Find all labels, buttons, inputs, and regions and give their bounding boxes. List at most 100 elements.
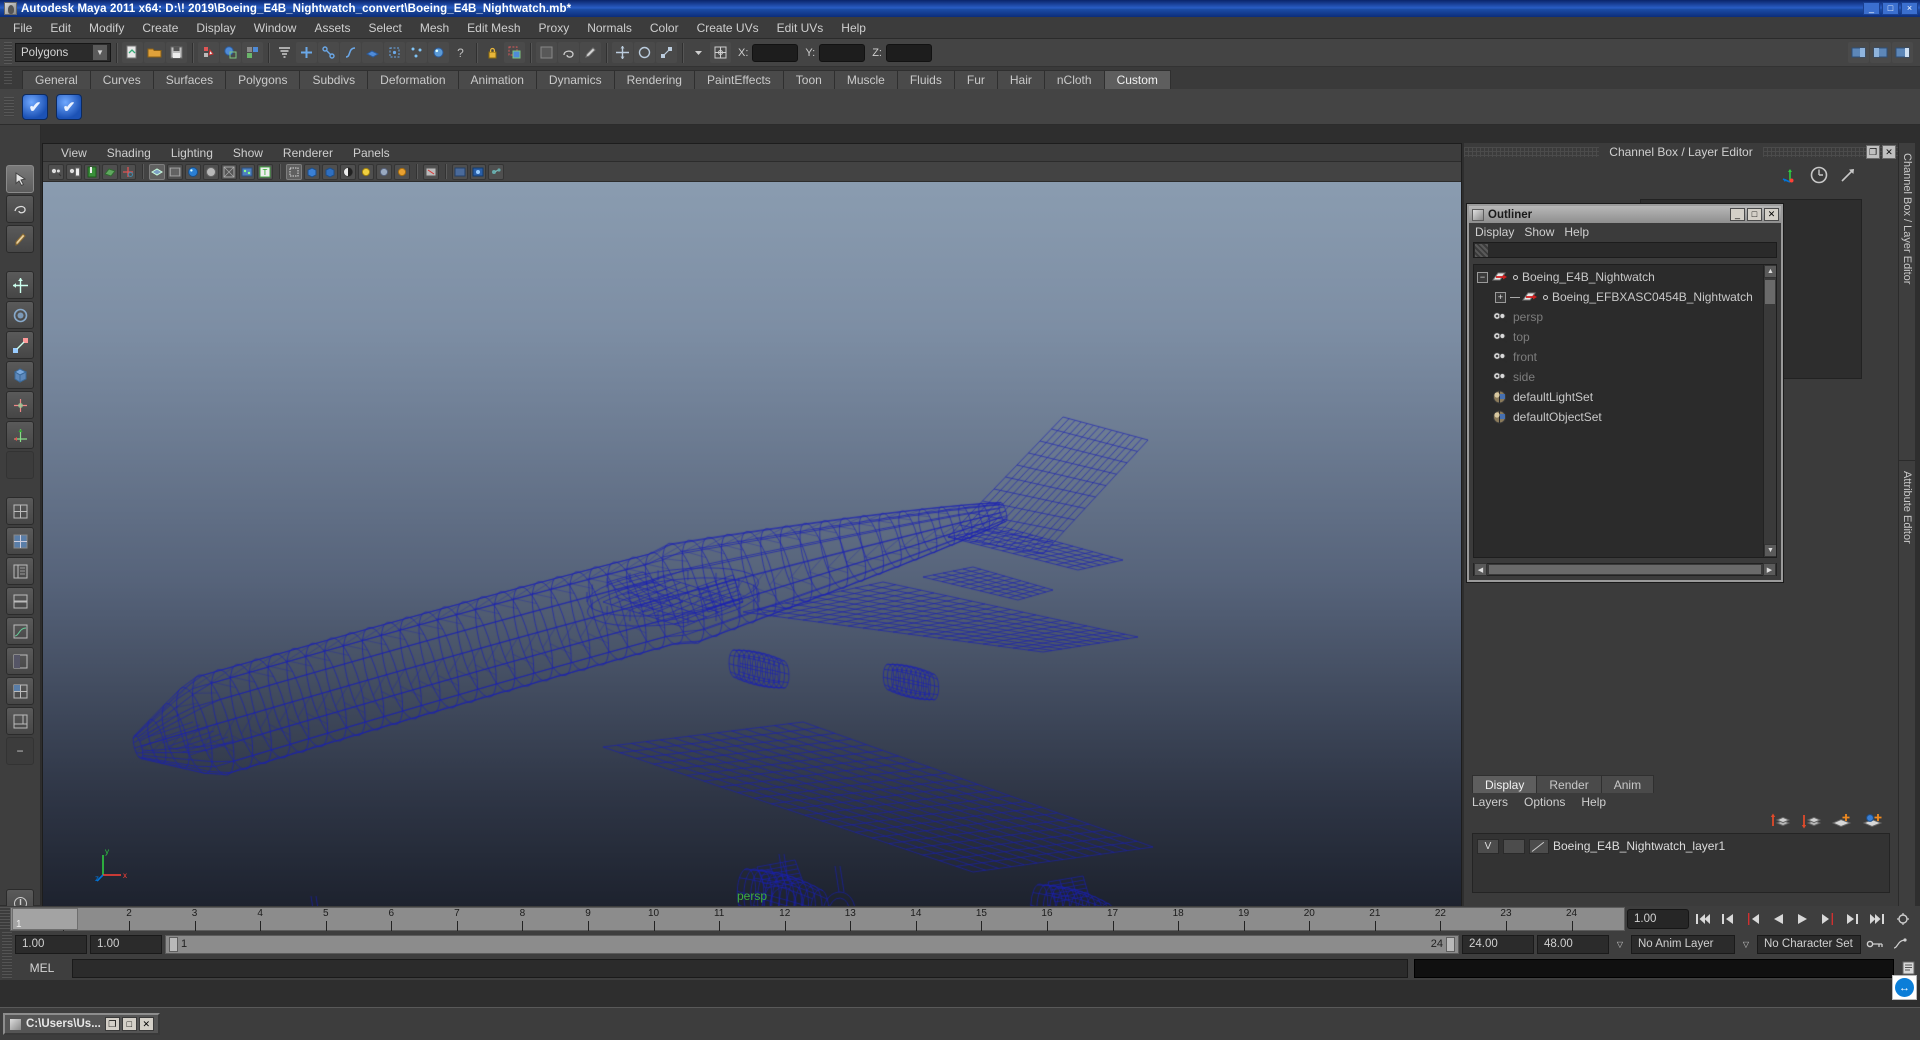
outliner-vertical-scrollbar[interactable]: ▲ ▼ <box>1763 265 1776 557</box>
anim-layer-dropdown-arrow[interactable]: ▽ <box>1612 934 1628 954</box>
shelf-tab-general[interactable]: General <box>22 70 91 89</box>
tool-paint-select[interactable] <box>6 225 34 253</box>
new-layer-from-selected-icon[interactable] <box>1862 812 1884 830</box>
transform-field-mode-icon[interactable] <box>710 42 731 63</box>
display-checker-icon[interactable] <box>340 163 356 180</box>
viewport-menu-renderer[interactable]: Renderer <box>273 145 343 161</box>
viewport-menu-shading[interactable]: Shading <box>97 145 161 161</box>
lasso-tool-icon[interactable] <box>558 42 579 63</box>
coord-z-input[interactable] <box>885 43 932 62</box>
shelf-tab-toon[interactable]: Toon <box>782 70 835 89</box>
shelf-tab-ncloth[interactable]: nCloth <box>1043 70 1105 89</box>
timeline-playhead[interactable]: 1 <box>12 908 78 930</box>
layer-color-swatch[interactable] <box>1529 838 1549 854</box>
outliner-row[interactable]: + Boeing_EFBXASC0454B_Nightwatch <box>1474 287 1776 307</box>
layer-visibility-toggle[interactable]: V <box>1477 838 1499 854</box>
render-globals-icon[interactable] <box>428 42 449 63</box>
shelf-tab-hair[interactable]: Hair <box>996 70 1045 89</box>
image-plane-icon[interactable] <box>102 163 118 180</box>
layer-list[interactable]: V Boeing_E4B_Nightwatch_layer1 <box>1472 833 1890 893</box>
side-tab-attribute-editor[interactable]: Attribute Editor <box>1898 460 1915 906</box>
selection-mask-icon[interactable] <box>504 42 525 63</box>
display-bbox-icon[interactable] <box>286 163 302 180</box>
auto-key-icon[interactable] <box>1864 934 1886 954</box>
tool-rotate[interactable] <box>6 301 34 329</box>
outliner-maximize-button[interactable]: □ <box>1747 208 1762 221</box>
tool-lasso-select[interactable] <box>6 195 34 223</box>
new-scene-icon[interactable] <box>122 42 143 63</box>
move-axis-icon[interactable] <box>1780 165 1800 185</box>
coord-y-input[interactable] <box>819 43 866 62</box>
use-default-lighting-icon[interactable] <box>203 163 219 180</box>
select-by-hierarchy-icon[interactable] <box>198 42 219 63</box>
shelf-tab-fur[interactable]: Fur <box>953 70 998 89</box>
next-key-button[interactable] <box>1817 909 1839 929</box>
play-forwards-button[interactable] <box>1792 909 1814 929</box>
menu-assets[interactable]: Assets <box>305 18 359 38</box>
text-overlay-icon[interactable]: T <box>257 163 273 180</box>
viewport-menu-show[interactable]: Show <box>223 145 273 161</box>
taskbar-maximize-button[interactable]: □ <box>121 1017 137 1031</box>
layout-single-pane-icon[interactable] <box>6 497 34 525</box>
tool-universal-manipulator[interactable] <box>6 361 34 389</box>
shelf-tab-custom[interactable]: Custom <box>1103 70 1171 89</box>
coord-x-input[interactable] <box>752 43 799 62</box>
layer-editor-tab-anim[interactable]: Anim <box>1600 775 1655 793</box>
expand-icon[interactable]: + <box>1495 291 1506 303</box>
tool-last-tool[interactable] <box>6 451 34 479</box>
show-channel-box-icon[interactable] <box>1892 42 1913 63</box>
shadows-icon[interactable] <box>221 163 237 180</box>
shelf-tab-surfaces[interactable]: Surfaces <box>152 70 227 89</box>
tool-show-manipulator[interactable] <box>6 421 34 449</box>
outliner-scroll-thumb[interactable] <box>1764 279 1776 305</box>
menu-help[interactable]: Help <box>832 18 875 38</box>
outliner-row[interactable]: side <box>1474 367 1776 387</box>
menu-edit-uvs[interactable]: Edit UVs <box>768 18 833 38</box>
layout-four-view-icon[interactable] <box>6 677 34 705</box>
outliner-row[interactable]: defaultObjectSet <box>1474 407 1776 427</box>
light-amber-icon[interactable] <box>394 163 410 180</box>
playback-start-time-field[interactable]: 1.00 <box>90 934 162 954</box>
animation-end-time-field[interactable]: 48.00 <box>1537 934 1609 954</box>
snap-grid-icon[interactable] <box>274 42 295 63</box>
mel-label[interactable]: MEL <box>16 961 68 975</box>
step-forward-button[interactable] <box>1842 909 1864 929</box>
construction-plane-icon[interactable] <box>384 42 405 63</box>
time-slider-grip[interactable] <box>0 907 10 931</box>
outliner-close-button[interactable]: ✕ <box>1764 208 1779 221</box>
outliner-menu-show[interactable]: Show <box>1524 225 1564 239</box>
animation-preferences-button[interactable] <box>1889 934 1911 954</box>
step-back-button[interactable] <box>1717 909 1739 929</box>
viewport-menu-panels[interactable]: Panels <box>343 145 400 161</box>
make-live-icon[interactable] <box>406 42 427 63</box>
outliner-row[interactable]: front <box>1474 347 1776 367</box>
menu-mesh[interactable]: Mesh <box>411 18 458 38</box>
channel-box-close-button[interactable]: ✕ <box>1882 145 1896 159</box>
anim-layer-field[interactable]: No Anim Layer <box>1631 934 1735 954</box>
go-to-end-button[interactable] <box>1867 909 1889 929</box>
shelf-tab-deformation[interactable]: Deformation <box>367 70 459 89</box>
shelf-tab-fluids[interactable]: Fluids <box>896 70 955 89</box>
play-backwards-button[interactable] <box>1767 909 1789 929</box>
menu-proxy[interactable]: Proxy <box>530 18 579 38</box>
select-camera-icon[interactable] <box>48 163 64 180</box>
previous-key-button[interactable] <box>1742 909 1764 929</box>
viewport-menu-lighting[interactable]: Lighting <box>161 145 223 161</box>
menu-edit[interactable]: Edit <box>41 18 80 38</box>
move-layer-down-icon[interactable] <box>1800 812 1822 830</box>
layout-outliner-persp-icon[interactable] <box>6 557 34 585</box>
viewport-menu-view[interactable]: View <box>51 145 97 161</box>
shelf-button-1[interactable]: ✔ <box>22 93 48 120</box>
camera-attributes-icon[interactable] <box>66 163 82 180</box>
chevron-down-icon[interactable]: ▼ <box>92 44 108 61</box>
outliner-minimize-button[interactable]: _ <box>1730 208 1745 221</box>
menu-create-uvs[interactable]: Create UVs <box>688 18 768 38</box>
hardware-texturing-icon[interactable] <box>185 163 201 180</box>
animation-start-time-field[interactable]: 1.00 <box>15 934 87 954</box>
channel-box-restore-button[interactable]: ❐ <box>1866 145 1880 159</box>
select-by-object-icon[interactable] <box>220 42 241 63</box>
xray-icon[interactable] <box>239 163 255 180</box>
layer-menu-layers[interactable]: Layers <box>1472 795 1508 809</box>
outliner-scroll-up-arrow[interactable]: ▲ <box>1764 265 1776 278</box>
tool-move[interactable] <box>6 271 34 299</box>
